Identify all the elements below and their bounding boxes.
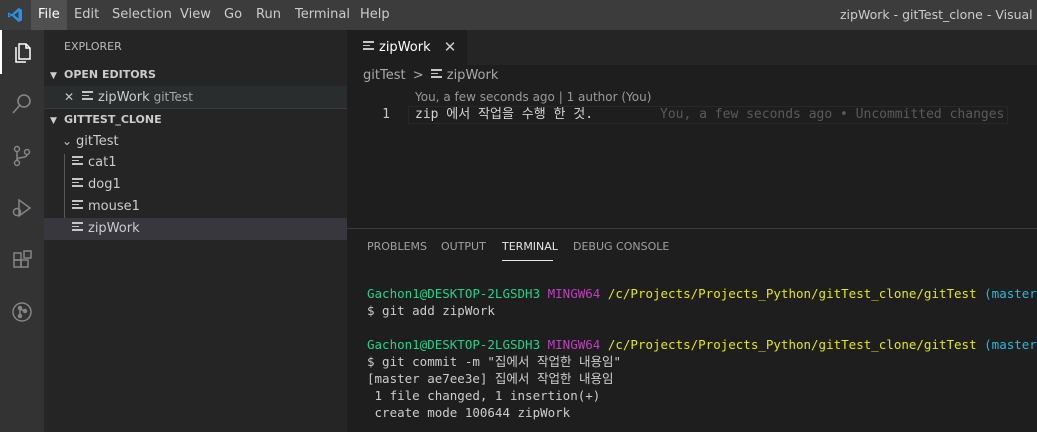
menu-go[interactable]: Go (217, 0, 249, 30)
terminal-prompt-2: Gachon1@DESKTOP-2LGSDH3 MINGW64 /c/Proje… (367, 336, 1037, 353)
prompt-env: MINGW64 (547, 286, 601, 301)
folder-label: gitTest (76, 134, 119, 149)
prompt-branch: (master) (984, 286, 1037, 301)
folder-gittest[interactable]: ⌄ gitTest (44, 130, 347, 152)
file-icon (72, 222, 84, 233)
file-icon (82, 91, 94, 102)
menu-run[interactable]: Run (249, 0, 288, 30)
code-line[interactable]: zip 에서 작업을 수행 한 것. (415, 106, 593, 124)
breadcrumb-folder[interactable]: gitTest (363, 68, 406, 83)
menu-selection[interactable]: Selection (105, 0, 179, 30)
terminal-output-1: [master ae7ee3e] 집에서 작업한 내용임 (367, 371, 614, 386)
file-icon (363, 41, 375, 52)
terminal-blank (367, 319, 1037, 336)
file-dog1[interactable]: dog1 (44, 174, 347, 196)
open-editor-description: gitTest (153, 90, 193, 104)
explorer-title: EXPLORER (64, 40, 122, 53)
tab-terminal[interactable]: TERMINAL (502, 232, 558, 262)
open-editors-label: OPEN EDITORS (64, 68, 156, 81)
prompt-env: MINGW64 (547, 337, 601, 352)
active-tab-indicator (502, 260, 553, 261)
breadcrumb: gitTest > zipWork (363, 66, 498, 86)
open-editor-name: zipWork (98, 90, 150, 105)
terminal-prompt-1: Gachon1@DESKTOP-2LGSDH3 MINGW64 /c/Proje… (367, 285, 1037, 302)
tab-output[interactable]: OUTPUT (441, 232, 486, 262)
git-graph-icon[interactable] (0, 290, 44, 334)
prompt-path: /c/Projects/Projects_Python/gitTest_clon… (607, 337, 977, 352)
panel-divider (347, 228, 1037, 229)
file-icon (430, 69, 443, 80)
breadcrumb-separator: > (412, 68, 424, 83)
file-icon (72, 200, 84, 211)
terminal-command-1: $ git add zipWork (367, 303, 495, 318)
close-icon[interactable]: ✕ (64, 86, 78, 108)
breadcrumb-file[interactable]: zipWork (447, 68, 499, 83)
terminal[interactable]: Gachon1@DESKTOP-2LGSDH3 MINGW64 /c/Proje… (367, 285, 1037, 421)
vscode-logo-icon (0, 0, 30, 30)
tab-close-icon[interactable]: ✕ (440, 30, 460, 65)
terminal-output-3: create mode 100644 zipWork (367, 405, 571, 420)
source-control-icon[interactable] (0, 134, 44, 178)
prompt-user: Gachon1@DESKTOP-2LGSDH3 (367, 337, 541, 352)
window-title: zipWork - gitTest_clone - Visual Studio (840, 7, 1037, 22)
chevron-down-icon: ▼ (50, 116, 57, 126)
open-editor-item[interactable]: ✕ zipWork gitTest (44, 86, 347, 108)
tab-label: zipWork (379, 40, 431, 55)
terminal-output-2: 1 file changed, 1 insertion(+) (367, 388, 601, 403)
file-label: dog1 (88, 177, 121, 192)
prompt-user: Gachon1@DESKTOP-2LGSDH3 (367, 286, 541, 301)
file-icon (72, 156, 84, 167)
codelens-blame[interactable]: You, a few seconds ago | 1 author (You) (415, 89, 651, 105)
inline-blame: You, a few seconds ago • Uncommitted cha… (660, 107, 1005, 122)
file-label: zipWork (88, 221, 140, 236)
file-mouse1[interactable]: mouse1 (44, 196, 347, 218)
menu-file[interactable]: File (31, 0, 67, 30)
file-zipwork[interactable]: zipWork (44, 218, 347, 240)
tab-problems[interactable]: PROBLEMS (367, 232, 427, 262)
workspace-label: GITTEST_CLONE (64, 113, 162, 126)
search-icon[interactable] (0, 82, 44, 126)
prompt-path: /c/Projects/Projects_Python/gitTest_clon… (607, 286, 977, 301)
chevron-down-icon: ▼ (50, 71, 57, 81)
line-number: 1 (382, 107, 390, 122)
tab-debug-console[interactable]: DEBUG CONSOLE (573, 232, 669, 262)
menu-terminal[interactable]: Terminal (288, 0, 357, 30)
menu-view[interactable]: View (173, 0, 218, 30)
menu-edit[interactable]: Edit (67, 0, 106, 30)
menu-help[interactable]: Help (353, 0, 397, 30)
file-icon (72, 178, 84, 189)
chevron-down-icon: ⌄ (62, 134, 73, 148)
workspace-header[interactable]: ▼ GITTEST_CLONE (44, 108, 347, 130)
file-label: cat1 (88, 155, 117, 170)
prompt-branch: (master) (984, 337, 1037, 352)
file-label: mouse1 (88, 199, 140, 214)
run-debug-icon[interactable] (0, 186, 44, 230)
file-cat1[interactable]: cat1 (44, 152, 347, 174)
open-editors-header[interactable]: ▼ OPEN EDITORS (44, 64, 347, 86)
terminal-command-2: $ git commit -m "집에서 작업한 내용임" (367, 354, 622, 369)
explorer-icon[interactable] (0, 30, 44, 74)
extensions-icon[interactable] (0, 238, 44, 282)
